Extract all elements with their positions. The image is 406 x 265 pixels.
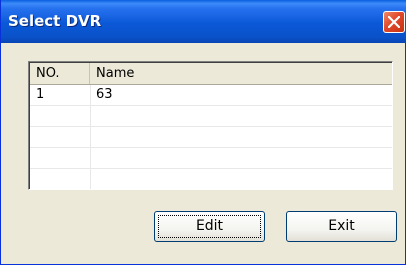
window-title: Select DVR: [8, 12, 102, 30]
dvr-list[interactable]: NO. Name 1 63: [28, 61, 393, 190]
column-header-name[interactable]: Name: [90, 63, 392, 84]
empty-row: [30, 127, 392, 148]
exit-button-label: Exit: [328, 218, 355, 234]
empty-row: [30, 106, 392, 127]
column-header-no[interactable]: NO.: [30, 63, 90, 84]
select-dvr-dialog: Select DVR NO. Name 1 63 Edit Exit: [0, 0, 406, 265]
row-name: 63: [96, 87, 113, 102]
empty-row: [30, 148, 392, 169]
empty-row: [30, 169, 392, 189]
edit-button-label: Edit: [195, 218, 224, 234]
exit-button[interactable]: Exit: [286, 211, 397, 242]
row-no: 1: [36, 87, 45, 102]
close-button[interactable]: [383, 11, 405, 33]
close-icon: [388, 16, 400, 28]
edit-button[interactable]: Edit: [154, 211, 265, 242]
title-bar[interactable]: Select DVR: [1, 0, 406, 43]
table-row[interactable]: 1 63: [30, 85, 392, 106]
list-header: NO. Name: [30, 63, 392, 85]
